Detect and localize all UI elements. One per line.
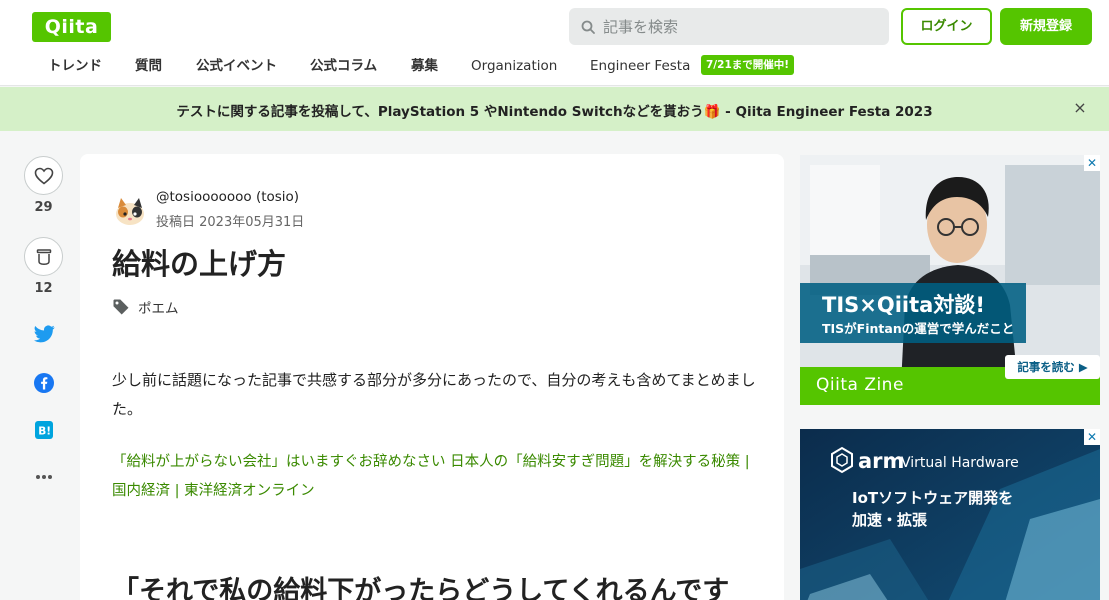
ad-headline: TIS×Qiita対談! [822, 293, 985, 317]
search-icon [581, 20, 595, 34]
heart-icon [34, 167, 53, 185]
nav-item-trend[interactable]: トレンド [48, 58, 102, 85]
qiita-logo[interactable]: Qiita [32, 12, 111, 42]
tag-list: ポエム [112, 297, 179, 317]
signup-button[interactable]: 新規登録 [1000, 8, 1092, 45]
login-button[interactable]: ログイン [901, 8, 992, 45]
ad-arm-line1: IoTソフトウェア開発を [852, 489, 1014, 507]
ad-close-icon[interactable]: ✕ [1084, 429, 1100, 445]
festa-period-badge: 7/21まで開催中! [701, 55, 795, 75]
global-nav: トレンド 質問 公式イベント 公式コラム 募集 Organization Eng… [0, 58, 1109, 86]
tag-icon [113, 299, 129, 315]
like-count: 29 [34, 200, 53, 215]
article-heading: 「それで私の給料下がったらどうしてくれるんです [112, 576, 730, 600]
ad-brand: Qiita Zine [816, 375, 904, 395]
nav-item-questions[interactable]: 質問 [135, 58, 162, 85]
avatar[interactable] [112, 192, 148, 228]
author-name[interactable]: @tosiooooooo (tosio) [156, 189, 299, 205]
nav-item-organization[interactable]: Organization [471, 58, 557, 85]
ad-banner-tis-qiita[interactable]: TIS×Qiita対談! TISがFintanの運営で学んだこと Qiita Z… [800, 155, 1100, 405]
article-paragraph: 少し前に話題になった記事で共感する部分が多分にあったので、自分の考えも含めてまと… [112, 371, 756, 418]
stock-count: 12 [34, 281, 53, 296]
hatena-bookmark-icon[interactable]: B! [34, 420, 53, 439]
ad-read-more-button[interactable]: 記事を読む ▶ [1005, 355, 1100, 379]
more-options-icon[interactable] [34, 470, 54, 484]
close-icon[interactable]: × [1072, 98, 1088, 118]
tag-poem[interactable]: ポエム [138, 297, 179, 317]
festa-banner[interactable]: テストに関する記事を投稿して、PlayStation 5 やNintendo S… [0, 87, 1109, 131]
ad-close-icon[interactable]: ✕ [1084, 155, 1100, 171]
search-box[interactable] [569, 8, 889, 45]
nav-item-engineer-festa[interactable]: Engineer Festa [590, 58, 690, 85]
facebook-share-icon[interactable] [33, 372, 54, 393]
ad-arm-line2: 加速・拡張 [852, 511, 928, 529]
site-header: Qiita ログイン 新規登録 [0, 0, 1109, 58]
stock-button[interactable] [24, 237, 63, 276]
like-button[interactable] [24, 156, 63, 195]
nav-item-columns[interactable]: 公式コラム [310, 58, 377, 85]
search-input[interactable] [603, 17, 873, 36]
svg-text:B!: B! [38, 425, 51, 437]
ad-subheadline: TISがFintanの運営で学んだこと [822, 321, 1015, 336]
nav-item-recruit[interactable]: 募集 [411, 58, 438, 85]
ad-arm-brand: arm [858, 449, 905, 473]
reference-link[interactable]: 「給料が上がらない会社」はいますぐお辞めなさい 日本人の「給料安すぎ問題」を解決… [112, 448, 757, 506]
ad-banner-arm[interactable]: arm Virtual Hardware IoTソフトウェア開発を 加速・拡張 … [800, 429, 1100, 600]
twitter-share-icon[interactable] [33, 324, 55, 344]
nav-item-events[interactable]: 公式イベント [196, 58, 277, 85]
stock-icon [36, 248, 51, 265]
post-date: 投稿日 2023年05月31日 [156, 215, 305, 230]
article-title: 給料の上げ方 [112, 247, 287, 281]
banner-text[interactable]: テストに関する記事を投稿して、PlayStation 5 やNintendo S… [0, 100, 1109, 120]
article-card: @tosiooooooo (tosio) 投稿日 2023年05月31日 給料の… [80, 154, 784, 600]
ad-arm-product: Virtual Hardware [901, 455, 1019, 471]
